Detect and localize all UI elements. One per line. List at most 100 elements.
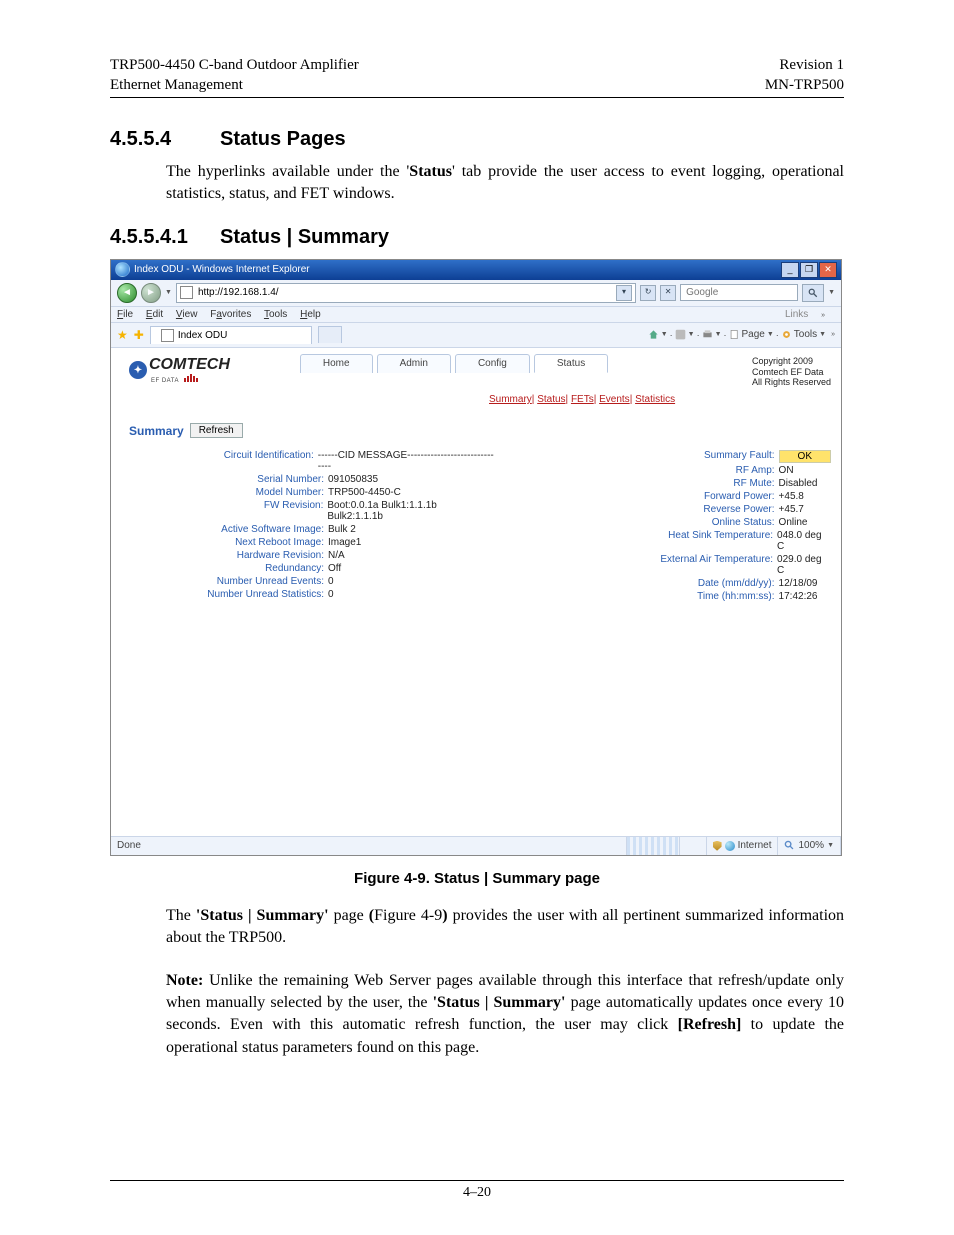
print-toolbar-button[interactable]: ▼ bbox=[702, 329, 722, 340]
subtab-status[interactable]: Status bbox=[537, 394, 565, 405]
search-dropdown[interactable]: ▼ bbox=[828, 289, 835, 296]
favorites-star-icon[interactable]: ★ bbox=[117, 328, 128, 342]
print-icon bbox=[702, 329, 713, 340]
data-row: Heat Sink Temperature:048.0 deg C bbox=[625, 530, 831, 552]
hdr-left-1: TRP500-4450 C-band Outdoor Amplifier bbox=[110, 57, 359, 73]
add-favorites-icon[interactable]: ✚ bbox=[134, 328, 144, 342]
data-value: Bulk 2 bbox=[328, 524, 356, 535]
summary-heading: Summary bbox=[129, 424, 184, 438]
data-value: 12/18/09 bbox=[779, 578, 818, 589]
search-box[interactable] bbox=[680, 284, 798, 301]
page-toolbar-button[interactable]: Page ▼ bbox=[729, 329, 774, 340]
home-icon bbox=[648, 329, 659, 340]
data-value: TRP500-4450-C bbox=[328, 487, 401, 498]
para-1: The hyperlinks available under the 'Stat… bbox=[166, 161, 844, 206]
page-icon bbox=[729, 329, 740, 340]
subtab-fets[interactable]: FETs bbox=[571, 394, 594, 405]
data-row: Serial Number:091050835 bbox=[169, 474, 495, 485]
feeds-toolbar-button[interactable]: ▼ bbox=[675, 329, 695, 340]
data-value: N/A bbox=[328, 550, 345, 561]
tab-admin[interactable]: Admin bbox=[377, 354, 451, 373]
data-value: 029.0 deg C bbox=[777, 554, 831, 576]
links-label[interactable]: Links bbox=[785, 309, 808, 320]
page-tabs: Home Admin Config Status bbox=[300, 354, 608, 373]
data-key: Date (mm/dd/yy): bbox=[625, 578, 779, 589]
feed-icon bbox=[675, 329, 686, 340]
header-rule bbox=[110, 97, 844, 98]
new-tab-button[interactable] bbox=[318, 326, 342, 343]
status-zoom[interactable]: 100% ▼ bbox=[778, 837, 841, 855]
minimize-button[interactable]: _ bbox=[781, 262, 799, 278]
refresh-nav-button[interactable]: ↻ bbox=[640, 285, 656, 301]
data-key: Forward Power: bbox=[625, 491, 779, 502]
menu-help[interactable]: Help bbox=[300, 309, 321, 320]
data-value: Boot:0.0.1a Bulk1:1.1.1b Bulk2:1.1.1b bbox=[327, 500, 494, 522]
menu-file[interactable]: File bbox=[117, 309, 133, 320]
data-key: Number Unread Statistics: bbox=[169, 589, 328, 600]
subtab-events[interactable]: Events bbox=[599, 394, 630, 405]
search-input[interactable] bbox=[684, 286, 820, 299]
brand-bars-icon bbox=[184, 374, 199, 385]
data-value: ON bbox=[779, 465, 794, 476]
status-done: Done bbox=[117, 840, 141, 851]
tab-config[interactable]: Config bbox=[455, 354, 530, 373]
section-heading-1: 4.5.5.4Status Pages bbox=[110, 128, 844, 151]
tab-home[interactable]: Home bbox=[300, 354, 373, 373]
data-key: Circuit Identification: bbox=[169, 450, 318, 472]
maximize-button[interactable]: ❐ bbox=[800, 262, 818, 278]
data-key: Number Unread Events: bbox=[169, 576, 328, 587]
data-value: 048.0 deg C bbox=[777, 530, 831, 552]
subtab-summary[interactable]: Summary bbox=[489, 394, 532, 405]
tools-toolbar-button[interactable]: Tools ▼ bbox=[781, 329, 826, 340]
ok-badge: OK bbox=[779, 450, 831, 463]
hdr-left-2: Ethernet Management bbox=[110, 77, 243, 93]
data-value: Image1 bbox=[328, 537, 361, 548]
data-row: External Air Temperature:029.0 deg C bbox=[625, 554, 831, 576]
address-input[interactable] bbox=[196, 286, 613, 299]
data-value: +45.7 bbox=[779, 504, 804, 515]
figure-caption: Figure 4-9. Status | Summary page bbox=[110, 870, 844, 887]
tab-status[interactable]: Status bbox=[534, 354, 608, 373]
data-value: Off bbox=[328, 563, 341, 574]
shield-icon bbox=[713, 841, 722, 851]
menu-favorites[interactable]: Favorites bbox=[210, 309, 251, 320]
close-button[interactable]: ✕ bbox=[819, 262, 837, 278]
data-value: OK bbox=[779, 450, 831, 463]
data-key: Model Number: bbox=[169, 487, 328, 498]
data-value: 17:42:26 bbox=[779, 591, 818, 602]
zoom-icon bbox=[784, 840, 795, 851]
data-key: RF Amp: bbox=[625, 465, 779, 476]
forward-button[interactable]: ► bbox=[141, 283, 161, 303]
address-bar[interactable]: ▾ bbox=[176, 283, 636, 303]
search-button[interactable] bbox=[802, 284, 824, 302]
tab-page-icon bbox=[161, 329, 174, 342]
address-dropdown[interactable]: ▾ bbox=[616, 285, 632, 301]
data-row: Number Unread Statistics:0 bbox=[169, 589, 495, 600]
refresh-button[interactable]: Refresh bbox=[190, 423, 243, 438]
data-row: Active Software Image:Bulk 2 bbox=[169, 524, 495, 535]
status-zone[interactable]: Internet bbox=[707, 837, 779, 855]
subtab-statistics[interactable]: Statistics bbox=[635, 394, 675, 405]
stop-nav-button[interactable]: ✕ bbox=[660, 285, 676, 301]
back-button[interactable]: ◄ bbox=[117, 283, 137, 303]
history-dropdown[interactable]: ▼ bbox=[165, 289, 172, 296]
page-icon bbox=[180, 286, 193, 299]
data-key: Next Reboot Image: bbox=[169, 537, 328, 548]
browser-tab[interactable]: Index ODU bbox=[150, 326, 312, 344]
menu-edit[interactable]: Edit bbox=[146, 309, 163, 320]
status-bar: Done Internet 100% ▼ bbox=[111, 836, 841, 855]
home-toolbar-button[interactable]: ▼ bbox=[648, 329, 668, 340]
ie-logo-icon bbox=[115, 262, 130, 277]
data-row: Circuit Identification:------CID MESSAGE… bbox=[169, 450, 495, 472]
data-key: Serial Number: bbox=[169, 474, 328, 485]
left-data-column: Circuit Identification:------CID MESSAGE… bbox=[169, 450, 495, 604]
gear-icon bbox=[781, 329, 792, 340]
tab-bar: ★ ✚ Index ODU ▼ · ▼ · ▼ bbox=[111, 323, 841, 348]
data-row: Online Status:Online bbox=[625, 517, 831, 528]
data-key: Redundancy: bbox=[169, 563, 328, 574]
data-key: Reverse Power: bbox=[625, 504, 779, 515]
menu-view[interactable]: View bbox=[176, 309, 198, 320]
menu-tools[interactable]: Tools bbox=[264, 309, 287, 320]
data-key: RF Mute: bbox=[625, 478, 779, 489]
para-3: Note: Unlike the remaining Web Server pa… bbox=[166, 970, 844, 1060]
